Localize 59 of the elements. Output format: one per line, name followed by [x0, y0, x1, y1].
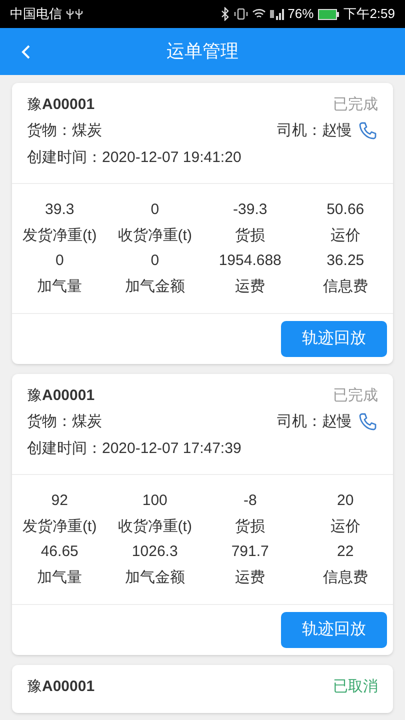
usb-icon: [66, 8, 84, 20]
created-time: 创建时间：2020-12-07 17:47:39: [27, 439, 242, 458]
order-status: 已完成: [333, 94, 378, 115]
stat-label: 加气量: [36, 276, 84, 296]
phone-icon[interactable]: [358, 121, 378, 141]
signal-icon: [270, 8, 286, 20]
stat-value: 20: [336, 491, 355, 511]
stat-value: 92: [50, 491, 69, 511]
stat-label: 运价: [329, 226, 362, 246]
created-time: 创建时间：2020-12-07 19:41:20: [27, 148, 242, 167]
stat-label: 货损: [234, 516, 266, 536]
stat-value: 50.66: [326, 200, 366, 220]
stat-label: 运价: [329, 516, 362, 536]
page-title: 运单管理: [166, 40, 238, 63]
stat-label: 发货净重(t): [22, 516, 98, 536]
vibrate-icon: [234, 7, 248, 21]
cargo-label: 货物：煤炭: [27, 412, 102, 432]
stat-value: 0: [150, 251, 160, 271]
stat-label: 信息费: [322, 276, 369, 296]
playback-button[interactable]: 轨迹回放: [281, 321, 387, 357]
stat-value: 1954.688: [218, 251, 282, 271]
cargo-label: 货物：煤炭: [27, 120, 102, 141]
clock-time: 下午2:59: [344, 5, 395, 24]
wifi-icon: [252, 8, 266, 20]
stat-value: 46.65: [40, 542, 80, 562]
stat-value: 791.7: [230, 542, 270, 562]
stat-value: 0: [54, 251, 65, 271]
stat-label: 运费: [234, 276, 266, 296]
battery-icon: [318, 8, 340, 20]
playback-button[interactable]: 轨迹回放: [281, 612, 387, 648]
stat-label: 收货净重(t): [116, 516, 193, 536]
stat-label: 加气量: [36, 568, 84, 588]
stat-value: -8: [242, 491, 258, 511]
stat-label: 信息费: [322, 568, 369, 588]
phone-icon[interactable]: [358, 412, 378, 432]
plate-number: 豫A00001: [27, 676, 95, 697]
stat-label: 货损: [234, 226, 266, 246]
driver-label: 司机：赵慢: [277, 120, 352, 141]
stat-value: 0: [150, 200, 160, 220]
stat-label: 运费: [234, 568, 266, 588]
stat-value: 100: [141, 491, 168, 511]
carrier-name: 中国电信: [10, 5, 62, 24]
order-status: 已取消: [333, 676, 378, 697]
stat-value: 36.25: [326, 251, 366, 271]
bluetooth-icon: [220, 7, 230, 21]
plate-number: 豫A00001: [27, 94, 95, 115]
stat-value: 1026.3: [130, 542, 179, 562]
stat-label: 发货净重(t): [22, 226, 98, 246]
stat-value: 39.3: [44, 200, 76, 220]
stat-value: 22: [336, 542, 355, 562]
plate-number: 豫A00001: [27, 386, 95, 406]
battery-percent: 76%: [288, 5, 314, 24]
order-status: 已完成: [333, 386, 378, 406]
stat-label: 收货净重(t): [116, 226, 193, 246]
stat-label: 加气金额: [124, 568, 186, 588]
driver-label: 司机：赵慢: [277, 412, 352, 432]
stat-label: 加气金额: [124, 276, 186, 296]
stat-value: -39.3: [232, 200, 268, 220]
back-icon[interactable]: [21, 44, 31, 60]
